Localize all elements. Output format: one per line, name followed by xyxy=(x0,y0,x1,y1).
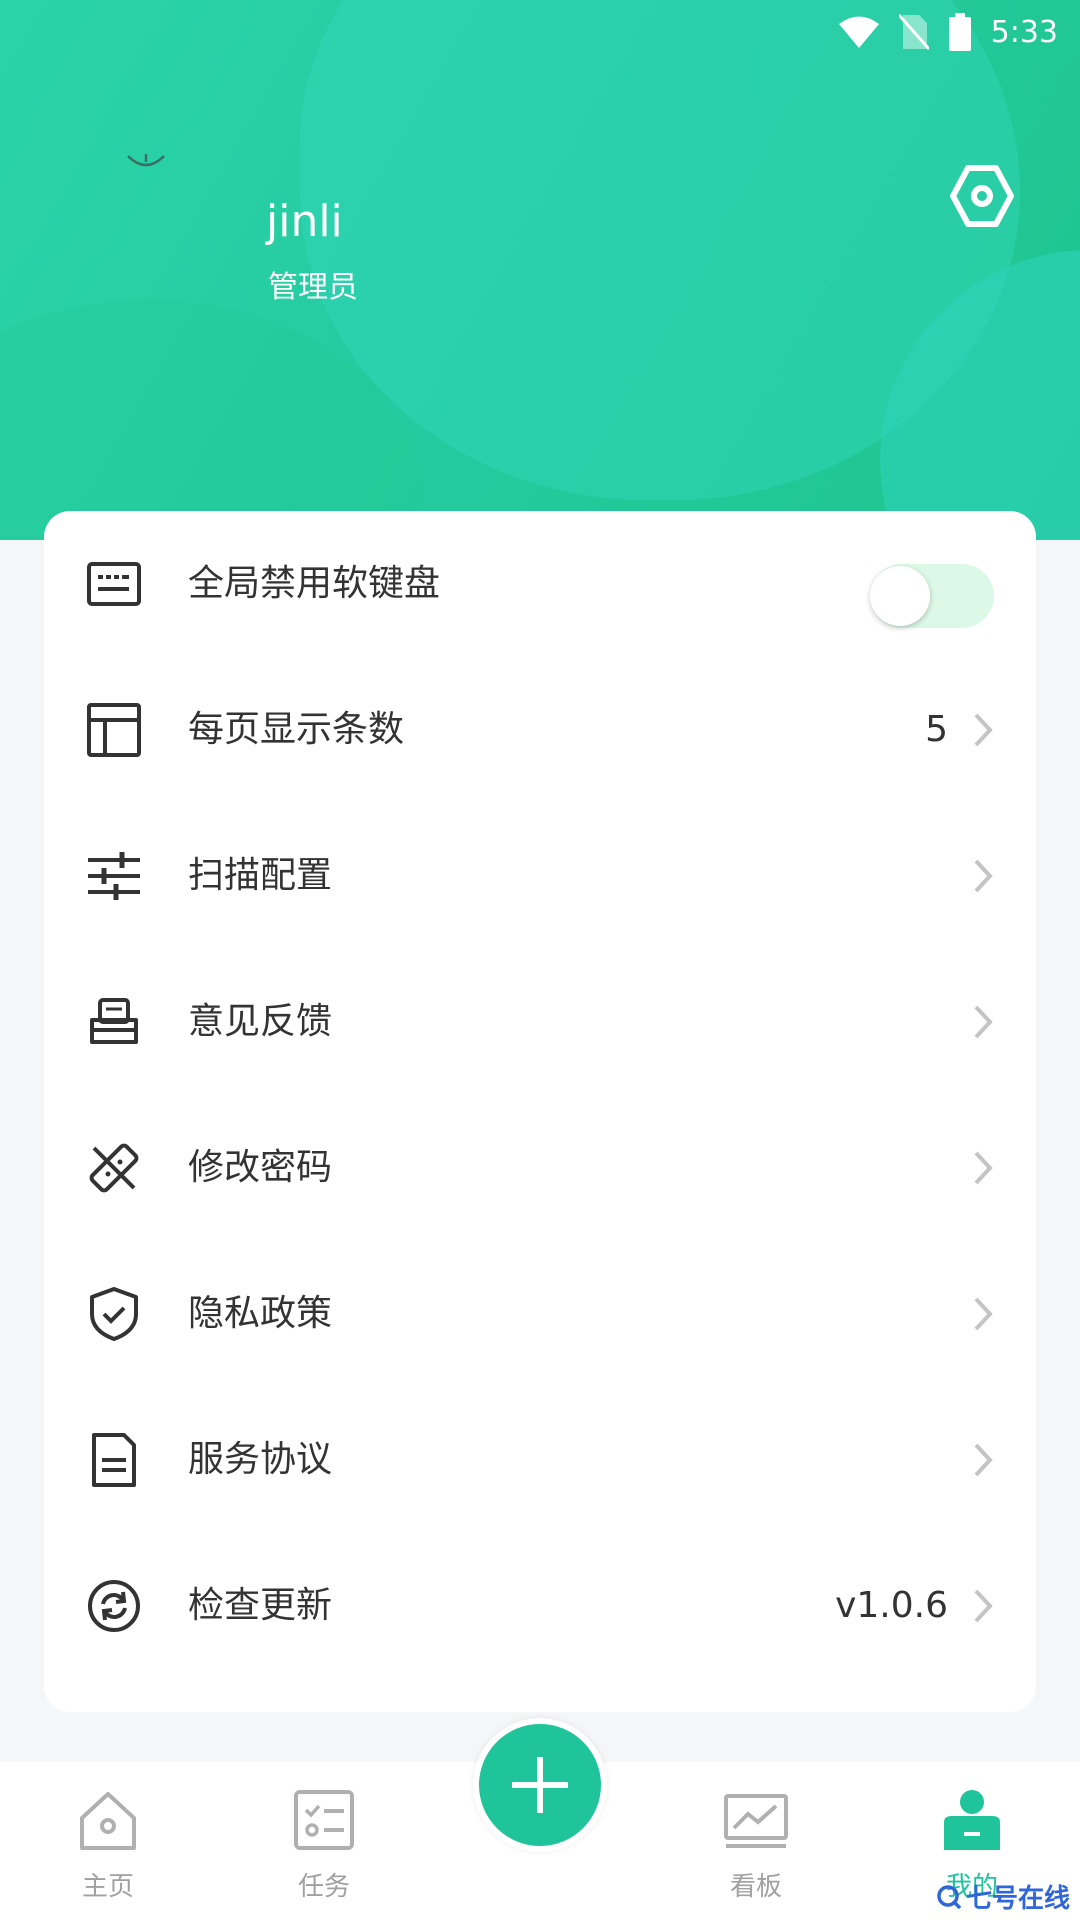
menu-item-disable-keyboard[interactable]: 全局禁用软键盘 xyxy=(44,511,1036,657)
username: jinli xyxy=(266,196,343,247)
menu-item-label: 修改密码 xyxy=(188,1147,333,1188)
chevron-right-icon xyxy=(974,1151,993,1185)
nav-label: 任务 xyxy=(297,1872,350,1902)
watermark-text: 七号在线 xyxy=(966,1884,1071,1914)
menu-item-check-update[interactable]: 检查更新 v1.0.6 xyxy=(44,1533,1036,1679)
settings-hexagon-icon xyxy=(950,165,1014,227)
menu-item-page-size[interactable]: 每页显示条数 5 xyxy=(44,657,1036,803)
nav-item-tasks[interactable]: 任务 xyxy=(216,1762,432,1920)
menu-item-service-agreement[interactable]: 服务协议 xyxy=(44,1387,1036,1533)
chart-board-icon xyxy=(724,1794,788,1848)
status-bar: 5:33 xyxy=(838,8,1058,56)
menu-item-label: 隐私政策 xyxy=(188,1293,333,1334)
add-button[interactable] xyxy=(473,1718,607,1852)
menu-item-privacy-policy[interactable]: 隐私政策 xyxy=(44,1241,1036,1387)
menu-item-label: 全局禁用软键盘 xyxy=(188,563,441,604)
menu-item-feedback[interactable]: 意见反馈 xyxy=(44,949,1036,1095)
nav-item-dashboard[interactable]: 看板 xyxy=(648,1762,864,1920)
status-time: 5:33 xyxy=(990,14,1058,50)
chevron-right-icon xyxy=(974,1589,993,1623)
document-icon xyxy=(92,1433,136,1487)
feedback-icon xyxy=(90,998,138,1044)
nav-label: 看板 xyxy=(729,1872,782,1902)
chevron-right-icon xyxy=(974,1297,993,1331)
no-sim-icon xyxy=(898,14,929,50)
password-icon xyxy=(89,1143,139,1193)
shield-check-icon xyxy=(90,1287,138,1341)
add-button-circle xyxy=(479,1724,601,1846)
sliders-icon xyxy=(88,852,140,900)
menu-item-scan-config[interactable]: 扫描配置 xyxy=(44,803,1036,949)
version-value: v1.0.6 xyxy=(835,1585,948,1626)
profile-header: 5:33 jinli 管理员 xyxy=(0,0,1080,540)
disable-keyboard-toggle[interactable] xyxy=(870,564,994,628)
user-role: 管理员 xyxy=(268,270,358,305)
settings-button[interactable] xyxy=(948,162,1016,230)
avatar[interactable] xyxy=(118,138,174,194)
menu-item-label: 检查更新 xyxy=(188,1585,333,1626)
task-list-icon xyxy=(294,1790,354,1850)
settings-card: 全局禁用软键盘 每页显示条数 5 扫描配置 意见反馈 修改密码 隐私政策 服务协… xyxy=(44,511,1036,1712)
watermark-logo-icon xyxy=(937,1884,962,1909)
home-icon xyxy=(80,1792,136,1850)
menu-item-label: 服务协议 xyxy=(188,1439,333,1480)
chevron-right-icon xyxy=(974,1005,993,1039)
chevron-right-icon xyxy=(974,713,993,747)
layout-icon xyxy=(87,703,141,757)
keyboard-icon xyxy=(87,562,141,606)
chevron-right-icon xyxy=(974,859,993,893)
chevron-right-icon xyxy=(974,1443,993,1477)
menu-item-label: 每页显示条数 xyxy=(188,709,405,750)
user-icon xyxy=(944,1790,1000,1850)
nav-item-home[interactable]: 主页 xyxy=(0,1762,216,1920)
watermark: 七号在线 xyxy=(936,1878,1070,1915)
plus-icon xyxy=(512,1757,568,1813)
menu-item-label: 扫描配置 xyxy=(188,855,333,896)
wifi-icon xyxy=(838,16,879,48)
refresh-icon xyxy=(88,1580,140,1632)
nav-label: 主页 xyxy=(81,1872,134,1902)
menu-item-label: 意见反馈 xyxy=(188,1001,333,1042)
page-size-value: 5 xyxy=(925,709,948,750)
toggle-knob xyxy=(870,566,930,626)
menu-item-change-password[interactable]: 修改密码 xyxy=(44,1095,1036,1241)
avatar-placeholder-icon xyxy=(127,154,165,167)
battery-icon xyxy=(948,13,971,51)
